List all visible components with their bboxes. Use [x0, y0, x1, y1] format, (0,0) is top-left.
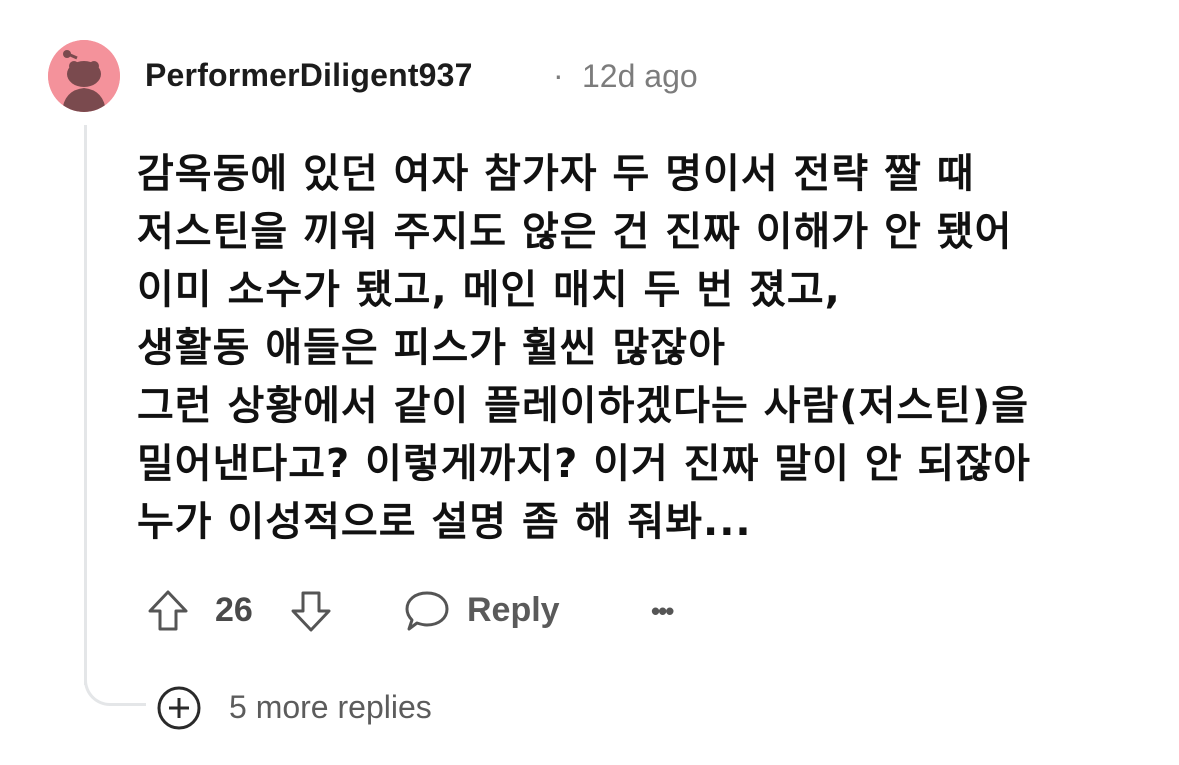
upvote-button[interactable]	[145, 583, 191, 639]
thread-line	[84, 125, 87, 685]
plus-circle-icon	[157, 686, 201, 730]
comment-line: 저스틴을 끼워 주지도 않은 건 진짜 이해가 안 됐어	[137, 209, 1013, 255]
comment-line: 감옥동에 있던 여자 참가자 두 명이서 전략 짤 때	[137, 151, 975, 197]
more-replies-button[interactable]: 5 more replies	[155, 684, 515, 730]
username[interactable]: PerformerDiligent937	[145, 57, 473, 94]
timestamp: 12d ago	[582, 58, 698, 94]
comment-line: 생활동 애들은 피스가 훨씬 많잖아	[137, 325, 726, 371]
comment-actions: 26 Reply •••	[145, 583, 745, 639]
downvote-button[interactable]	[288, 583, 334, 639]
avatar[interactable]	[48, 40, 120, 112]
separator-dot: ·	[553, 57, 564, 93]
thread-elbow	[84, 650, 146, 706]
comment-line: 이미 소수가 됐고, 메인 매치 두 번 졌고,	[137, 267, 841, 313]
ellipsis-icon: •••	[651, 595, 674, 626]
reply-button[interactable]	[403, 583, 451, 639]
vote-count: 26	[215, 591, 253, 629]
comment-line: 누가 이성적으로 설명 좀 해 줘봐...	[137, 499, 752, 545]
more-options-button[interactable]: •••	[651, 583, 674, 639]
speech-bubble-icon	[405, 591, 449, 631]
arrow-up-icon	[148, 590, 188, 631]
reply-label[interactable]: Reply	[467, 591, 560, 630]
comment-line: 밀어낸다고? 이렇게까지? 이거 진짜 말이 안 되잖아	[137, 441, 1031, 487]
comment-line: 그런 상황에서 같이 플레이하겠다는 사람(저스틴)을	[137, 383, 1030, 429]
more-replies-label: 5 more replies	[229, 689, 432, 725]
snoo-avatar-icon	[48, 40, 120, 112]
arrow-down-icon	[291, 591, 331, 632]
comment-body: 감옥동에 있던 여자 참가자 두 명이서 전략 짤 때 저스틴을 끼워 주지도 …	[137, 145, 1137, 551]
